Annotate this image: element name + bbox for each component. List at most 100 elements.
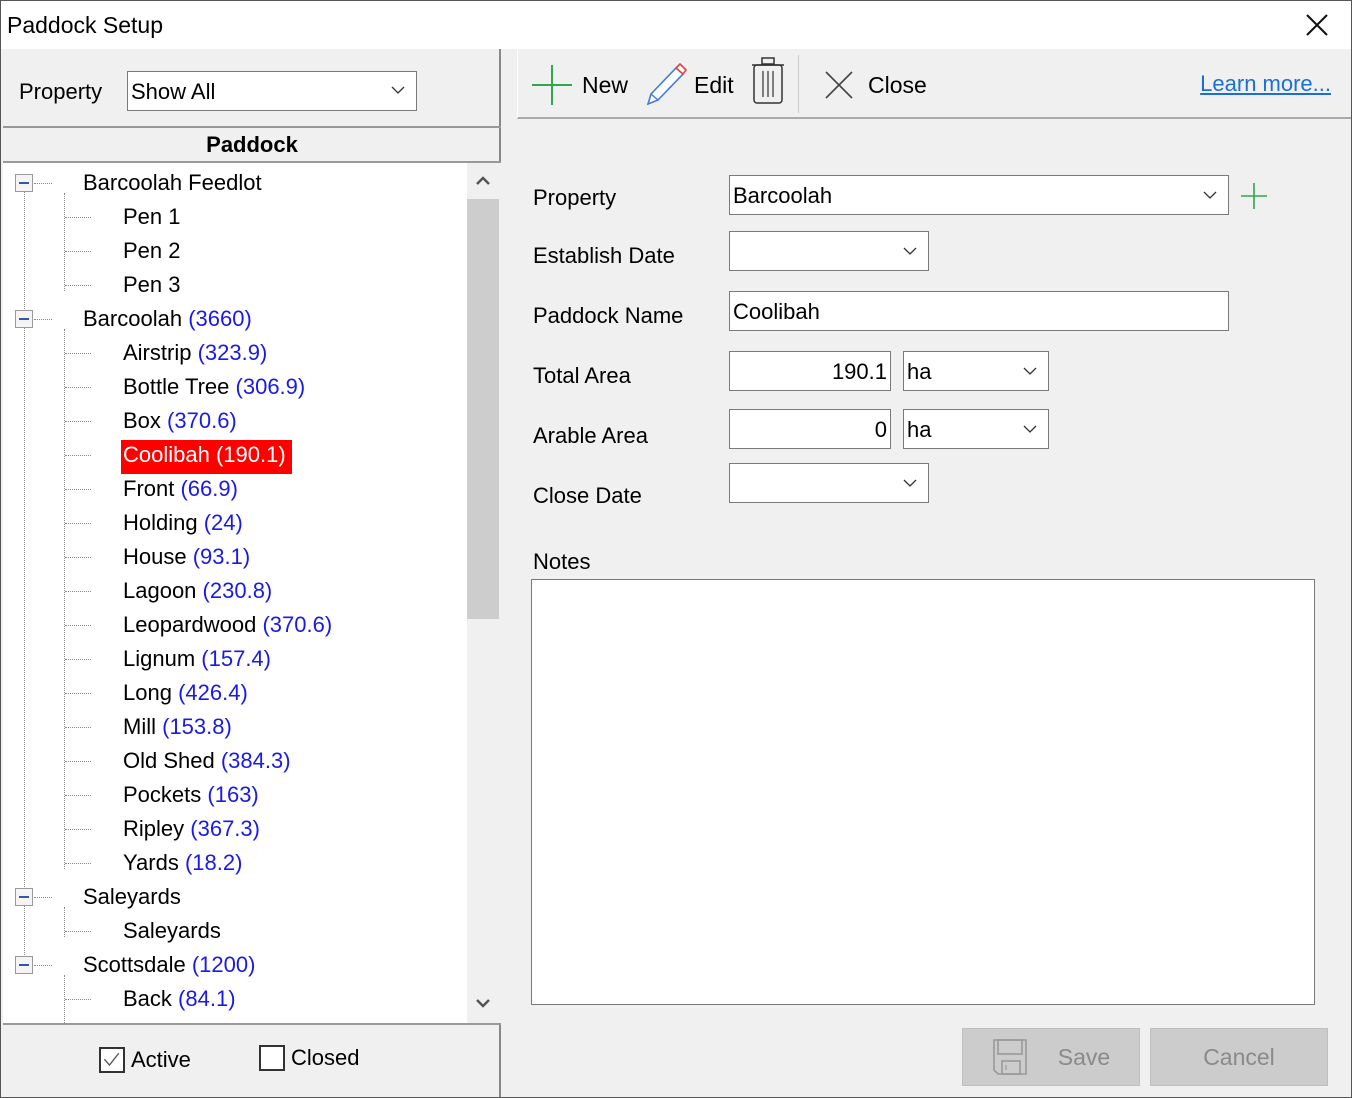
tree-paddock-node[interactable]: Old Shed (384.3) bbox=[123, 746, 291, 780]
close-date-picker[interactable] bbox=[729, 463, 929, 503]
tree-node-name: Back bbox=[123, 986, 172, 1011]
tree-paddock-node[interactable]: Airstrip (323.9) bbox=[123, 338, 267, 372]
close-icon[interactable] bbox=[1303, 11, 1331, 39]
property-filter-label: Property bbox=[19, 79, 103, 104]
closed-checkbox-box[interactable] bbox=[259, 1045, 285, 1071]
tree-property-node[interactable]: Barcoolah (3660) bbox=[83, 304, 252, 338]
establish-date-label: Establish Date bbox=[533, 243, 675, 268]
tree-node-name: Pen 3 bbox=[123, 272, 181, 297]
paddock-name-value: Coolibah bbox=[733, 299, 820, 324]
tree-node-area: (370.6) bbox=[262, 612, 333, 637]
tree-paddock-node[interactable]: Lagoon (230.8) bbox=[123, 576, 272, 610]
tree-connector bbox=[65, 761, 91, 762]
tree-branch-connector bbox=[64, 975, 65, 1023]
tree-paddock-node[interactable]: Long (426.4) bbox=[123, 678, 248, 712]
tree-connector bbox=[65, 829, 91, 830]
tree-node-name: Mill bbox=[123, 714, 156, 739]
tree-paddock-node[interactable]: House (93.1) bbox=[123, 542, 250, 576]
delete-button[interactable] bbox=[748, 57, 788, 104]
tree-paddock-node[interactable]: Mill (153.8) bbox=[123, 712, 232, 746]
tree-paddock-node[interactable]: Pockets (163) bbox=[123, 780, 259, 814]
arable-area-unit-select[interactable]: ha bbox=[903, 409, 1049, 449]
collapse-toggle-icon[interactable] bbox=[15, 956, 33, 974]
close-x-icon bbox=[825, 71, 853, 99]
tree-paddock-node[interactable]: Front (66.9) bbox=[123, 474, 238, 508]
tree-connector bbox=[65, 727, 91, 728]
tree-node-area: (84.1) bbox=[178, 986, 236, 1011]
tree-connector bbox=[65, 999, 91, 1000]
add-property-icon[interactable] bbox=[1239, 181, 1269, 211]
scroll-up-icon[interactable] bbox=[467, 165, 499, 197]
collapse-toggle-icon[interactable] bbox=[15, 888, 33, 906]
collapse-toggle-icon[interactable] bbox=[15, 310, 33, 328]
tree-paddock-node[interactable]: Pen 1 bbox=[123, 202, 181, 236]
tree-paddock-node[interactable]: Holding (24) bbox=[123, 508, 243, 542]
scroll-down-icon[interactable] bbox=[467, 987, 499, 1019]
paddock-tree-panel: Property Show All Paddock Barcoolah Feed… bbox=[3, 49, 501, 1097]
tree-node-name: Saleyards bbox=[123, 918, 221, 943]
tree-property-node[interactable]: Scottsdale (1200) bbox=[83, 950, 255, 984]
status-filters: Active Closed bbox=[3, 1027, 501, 1097]
cancel-button[interactable]: Cancel bbox=[1150, 1028, 1328, 1086]
tree-paddock-node[interactable]: Ripley (367.3) bbox=[123, 814, 260, 848]
checkmark-icon bbox=[103, 1052, 120, 1067]
tree-node-name: Box bbox=[123, 408, 161, 433]
tree-paddock-node[interactable]: Lignum (157.4) bbox=[123, 644, 271, 678]
learn-more-link[interactable]: Learn more... bbox=[1200, 71, 1331, 97]
paddock-tree[interactable]: Barcoolah Feedlot Pen 1 Pen 2 Pen 3 Barcoola… bbox=[3, 163, 501, 1025]
save-icon bbox=[992, 1039, 1027, 1075]
establish-date-picker[interactable] bbox=[729, 231, 929, 271]
close-button[interactable]: Close bbox=[822, 63, 927, 107]
tree-node-name: Holding bbox=[123, 510, 198, 535]
new-button[interactable]: New bbox=[530, 63, 628, 107]
tree-property-node[interactable]: Saleyards bbox=[83, 882, 181, 916]
pencil-icon bbox=[646, 62, 688, 106]
tree-connector bbox=[65, 659, 91, 660]
close-button-label: Close bbox=[868, 71, 927, 98]
chevron-down-icon bbox=[903, 479, 917, 487]
total-area-input[interactable]: 190.1 bbox=[729, 351, 891, 391]
tree-paddock-node[interactable]: Pen 3 bbox=[123, 270, 181, 304]
property-filter-select[interactable]: Show All bbox=[127, 71, 417, 111]
tree-property-node[interactable]: Barcoolah Feedlot bbox=[83, 168, 262, 202]
arable-area-input[interactable]: 0 bbox=[729, 409, 891, 449]
tree-node-name: Lignum bbox=[123, 646, 196, 671]
save-button[interactable]: Save bbox=[962, 1028, 1140, 1086]
closed-checkbox[interactable]: Closed bbox=[259, 1045, 359, 1071]
tree-paddock-node[interactable]: Coolibah (190.1) bbox=[121, 440, 292, 474]
tree-node-name: Yards bbox=[123, 850, 179, 875]
active-checkbox-box[interactable] bbox=[99, 1047, 125, 1073]
total-area-unit-select[interactable]: ha bbox=[903, 351, 1049, 391]
collapse-toggle-icon[interactable] bbox=[15, 174, 33, 192]
tree-node-name: Lagoon bbox=[123, 578, 197, 603]
chevron-down-icon bbox=[1023, 425, 1037, 433]
tree-paddock-node[interactable]: Back (84.1) bbox=[123, 984, 236, 1018]
tree-node-name: Barcoolah bbox=[83, 306, 183, 331]
tree-paddock-node[interactable]: Box (370.6) bbox=[123, 406, 237, 440]
closed-checkbox-label: Closed bbox=[291, 1045, 360, 1070]
tree-scrollbar[interactable] bbox=[467, 163, 501, 1023]
tree-paddock-node[interactable]: Yards (18.2) bbox=[123, 848, 242, 882]
notes-textarea[interactable] bbox=[531, 579, 1315, 1005]
tree-branch-connector bbox=[64, 329, 65, 869]
tree-connector bbox=[65, 591, 91, 592]
chevron-down-icon bbox=[1023, 367, 1037, 375]
tree-node-name: Front bbox=[123, 476, 175, 501]
title-bar: Paddock Setup bbox=[1, 1, 1351, 49]
close-date-label: Close Date bbox=[533, 483, 642, 508]
tree-node-area: (384.3) bbox=[220, 748, 291, 773]
tree-paddock-node[interactable]: Bottle Tree (306.9) bbox=[123, 372, 305, 406]
property-select[interactable]: Barcoolah bbox=[729, 175, 1229, 215]
tree-node-name: Pen 2 bbox=[123, 238, 181, 263]
tree-paddock-node[interactable]: Saleyards bbox=[123, 916, 221, 950]
property-label: Property bbox=[533, 185, 617, 210]
window-title: Paddock Setup bbox=[7, 12, 164, 38]
paddock-name-label: Paddock Name bbox=[533, 303, 684, 328]
paddock-name-input[interactable]: Coolibah bbox=[729, 291, 1229, 331]
total-area-value: 190.1 bbox=[831, 359, 887, 384]
scroll-thumb[interactable] bbox=[467, 199, 499, 619]
edit-button[interactable]: Edit bbox=[642, 62, 734, 107]
active-checkbox[interactable]: Active bbox=[99, 1047, 191, 1073]
tree-paddock-node[interactable]: Pen 2 bbox=[123, 236, 181, 270]
tree-paddock-node[interactable]: Leopardwood (370.6) bbox=[123, 610, 332, 644]
